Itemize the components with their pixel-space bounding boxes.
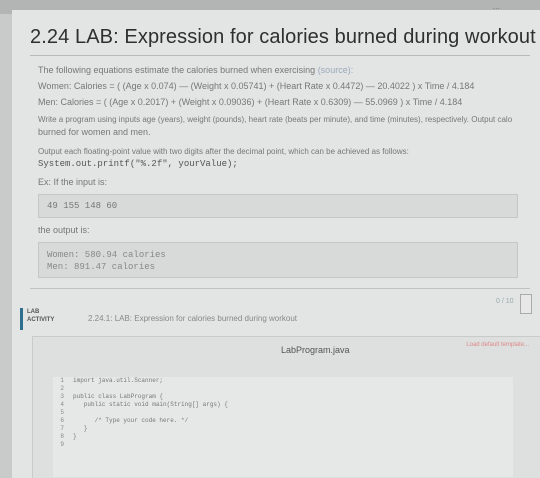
score-label: 0 / 10 bbox=[496, 298, 514, 305]
women-equation: Women: Calories = ( (Age x 0.074) — (Wei… bbox=[38, 81, 475, 91]
lab-activity-badge: LAB ACTIVITY bbox=[20, 308, 60, 330]
section-divider bbox=[30, 288, 530, 289]
task-line-2: burned for women and men. bbox=[38, 127, 151, 137]
badge-line-1: LAB bbox=[27, 309, 40, 315]
output-instruction: Output each floating-point value with tw… bbox=[38, 147, 409, 156]
sample-output-women: Women: 580.94 calories bbox=[47, 250, 166, 260]
line-number-gutter: 1 2 3 4 5 6 7 8 9 bbox=[60, 377, 64, 448]
sample-input: 49 155 148 60 bbox=[47, 201, 118, 211]
editor-filename: LabProgram.java bbox=[281, 345, 350, 355]
men-equation: Men: Calories = ( (Age x 0.2017) + (Weig… bbox=[38, 97, 463, 107]
sample-input-box: 49 155 148 60 bbox=[38, 194, 518, 218]
editor-header: LabProgram.java Load default template... bbox=[33, 337, 540, 359]
task-line-1: Write a program using inputs age (years)… bbox=[38, 115, 513, 124]
page-title: 2.24 LAB: Expression for calories burned… bbox=[30, 26, 536, 48]
activity-title: 2.24.1: LAB: Expression for calories bur… bbox=[88, 314, 298, 323]
source-link[interactable]: (source): bbox=[318, 65, 354, 75]
output-intro: the output is: bbox=[38, 225, 90, 235]
lab-activity-bar: LAB ACTIVITY 2.24.1: LAB: Expression for… bbox=[20, 294, 532, 332]
sample-output-box: Women: 580.94 calories Men: 891.47 calor… bbox=[38, 242, 518, 278]
title-divider bbox=[30, 55, 530, 56]
badge-line-2: ACTIVITY bbox=[27, 317, 55, 323]
score-indicator bbox=[520, 294, 532, 314]
sample-output-men: Men: 891.47 calories bbox=[47, 262, 156, 272]
load-default-template-link[interactable]: Load default template... bbox=[466, 342, 529, 348]
example-intro: Ex: If the input is: bbox=[38, 177, 108, 187]
printf-example: System.out.printf("%.2f", yourValue); bbox=[38, 159, 238, 169]
intro-text: The following equations estimate the cal… bbox=[38, 64, 540, 76]
code-lines[interactable]: import java.util.Scanner; public class L… bbox=[73, 377, 228, 441]
intro-sentence: The following equations estimate the cal… bbox=[38, 65, 316, 75]
code-editor[interactable]: 1 2 3 4 5 6 7 8 9 import java.util.Scann… bbox=[53, 377, 513, 477]
code-editor-panel: LabProgram.java Load default template...… bbox=[32, 336, 540, 478]
